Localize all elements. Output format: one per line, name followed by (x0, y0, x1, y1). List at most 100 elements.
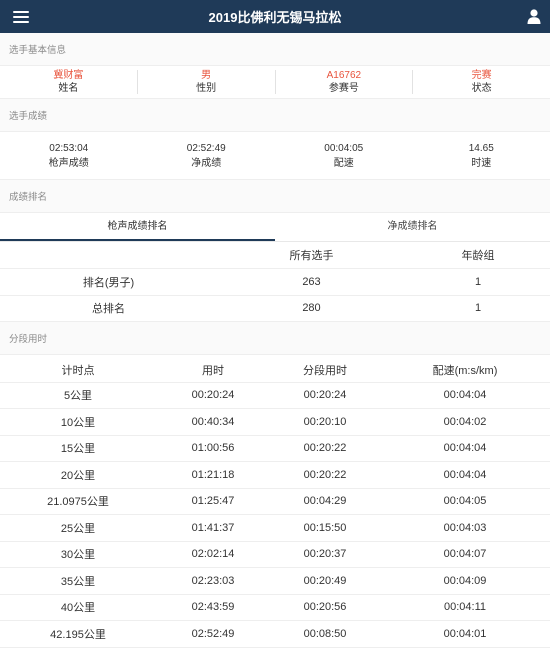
table-row: 25公里 01:41:37 00:15:50 00:04:03 (0, 514, 550, 542)
split-segment: 00:20:37 (270, 541, 380, 568)
basic-info-row: 冀财富 姓名 男 性别 A16762 参赛号 完赛 状态 (0, 66, 550, 99)
splits-header-pace: 配速(m:s/km) (380, 355, 550, 383)
info-cell-name: 冀财富 姓名 (0, 70, 138, 94)
split-pace: 00:04:09 (380, 567, 550, 595)
ranking-row-age-group: 1 (406, 268, 550, 296)
table-row: 排名(男子) 263 1 (0, 268, 550, 296)
ranking-header-age-group: 年龄组 (406, 242, 550, 269)
split-elapsed: 01:00:56 (156, 435, 270, 462)
user-icon[interactable] (527, 9, 541, 24)
splits-header-elapsed: 用时 (156, 355, 270, 383)
table-row: 15公里 01:00:56 00:20:22 00:04:04 (0, 435, 550, 462)
tab-net-time-ranking[interactable]: 净成绩排名 (275, 213, 550, 241)
top-bar: 2019比佛利无锡马拉松 (0, 0, 550, 33)
tab-gun-time-ranking[interactable]: 枪声成绩排名 (0, 213, 275, 241)
info-cell-bib: A16762 参赛号 (276, 70, 414, 94)
net-time-label: 净成绩 (191, 157, 222, 169)
gun-time-label: 枪声成绩 (48, 157, 89, 169)
split-checkpoint: 42.195公里 (0, 620, 156, 648)
split-checkpoint: 5公里 (0, 382, 156, 409)
split-elapsed: 02:02:14 (156, 541, 270, 568)
split-segment: 00:20:22 (270, 435, 380, 462)
split-elapsed: 02:43:59 (156, 594, 270, 621)
info-cell-status: 完赛 状态 (413, 70, 550, 94)
gender-value: 男 (201, 70, 212, 81)
table-row: 42.195公里 02:52:49 00:08:50 00:04:01 (0, 620, 550, 648)
table-row: 5公里 00:20:24 00:20:24 00:04:04 (0, 382, 550, 409)
splits-table: 计时点 用时 分段用时 配速(m:s/km) 5公里 00:20:24 00:20:… (0, 355, 550, 648)
split-pace: 00:04:04 (380, 382, 550, 409)
split-elapsed: 01:25:47 (156, 488, 270, 515)
split-segment: 00:04:29 (270, 488, 380, 515)
speed-value: 14.65 (468, 142, 494, 154)
split-pace: 00:04:04 (380, 435, 550, 462)
ranking-header-row: 所有选手 年龄组 (0, 242, 550, 269)
split-checkpoint: 21.0975公里 (0, 488, 156, 515)
split-checkpoint: 40公里 (0, 594, 156, 621)
result-pace: 00:04:05 配速 (275, 132, 413, 179)
section-label-splits: 分段用时 (0, 322, 550, 355)
bib-number-label: 参赛号 (328, 83, 359, 94)
split-pace: 00:04:11 (380, 594, 550, 621)
split-segment: 00:20:49 (270, 567, 380, 595)
split-segment: 00:20:24 (270, 382, 380, 409)
result-speed: 14.65 时速 (413, 132, 550, 179)
split-elapsed: 00:20:24 (156, 382, 270, 409)
split-checkpoint: 10公里 (0, 408, 156, 436)
split-checkpoint: 30公里 (0, 541, 156, 568)
split-checkpoint: 20公里 (0, 461, 156, 489)
split-segment: 00:15:50 (270, 514, 380, 542)
section-label-results: 选手成绩 (0, 99, 550, 132)
runner-name-value: 冀财富 (53, 70, 84, 81)
split-segment: 00:08:50 (270, 620, 380, 648)
table-row: 总排名 280 1 (0, 295, 550, 322)
net-time-value: 02:52:49 (186, 142, 226, 154)
split-pace: 00:04:04 (380, 461, 550, 489)
split-checkpoint: 15公里 (0, 435, 156, 462)
status-label: 状态 (471, 83, 492, 94)
ranking-header-all: 所有选手 (217, 242, 406, 269)
split-elapsed: 01:41:37 (156, 514, 270, 542)
ranking-row-age-group: 1 (406, 295, 550, 322)
table-row: 30公里 02:02:14 00:20:37 00:04:07 (0, 541, 550, 568)
ranking-row-label: 总排名 (0, 295, 217, 322)
splits-header-split: 分段用时 (270, 355, 380, 383)
table-row: 35公里 02:23:03 00:20:49 00:04:09 (0, 567, 550, 595)
section-label-ranking: 成绩排名 (0, 180, 550, 213)
pace-value: 00:04:05 (324, 142, 364, 154)
result-net-time: 02:52:49 净成绩 (138, 132, 276, 179)
pace-label: 配速 (333, 157, 354, 169)
bib-number-value: A16762 (326, 70, 362, 81)
table-row: 21.0975公里 01:25:47 00:04:29 00:04:05 (0, 488, 550, 515)
ranking-row-all: 280 (217, 295, 406, 322)
split-pace: 00:04:03 (380, 514, 550, 542)
table-row: 20公里 01:21:18 00:20:22 00:04:04 (0, 461, 550, 489)
result-gun-time: 02:53:04 枪声成绩 (0, 132, 138, 179)
gun-time-value: 02:53:04 (49, 142, 89, 154)
split-segment: 00:20:56 (270, 594, 380, 621)
info-cell-gender: 男 性别 (138, 70, 276, 94)
results-row: 02:53:04 枪声成绩 02:52:49 净成绩 00:04:05 配速 1… (0, 132, 550, 180)
splits-header-checkpoint: 计时点 (0, 355, 156, 383)
splits-table-body: 5公里 00:20:24 00:20:24 00:04:04 10公里 00:40:34 0… (0, 382, 550, 648)
split-elapsed: 00:40:34 (156, 408, 270, 436)
hamburger-menu-icon[interactable] (13, 11, 29, 23)
split-elapsed: 01:21:18 (156, 461, 270, 489)
split-elapsed: 02:23:03 (156, 567, 270, 595)
split-pace: 00:04:05 (380, 488, 550, 515)
split-checkpoint: 25公里 (0, 514, 156, 542)
runner-name-label: 姓名 (58, 83, 79, 94)
ranking-row-label: 排名(男子) (0, 268, 217, 296)
ranking-row-all: 263 (217, 268, 406, 296)
ranking-tabs: 枪声成绩排名 净成绩排名 (0, 213, 550, 242)
split-segment: 00:20:22 (270, 461, 380, 489)
splits-header-row: 计时点 用时 分段用时 配速(m:s/km) (0, 355, 550, 383)
table-row: 10公里 00:40:34 00:20:10 00:04:02 (0, 408, 550, 436)
table-row: 40公里 02:43:59 00:20:56 00:04:11 (0, 594, 550, 621)
split-segment: 00:20:10 (270, 408, 380, 436)
speed-label: 时速 (471, 157, 492, 169)
split-pace: 00:04:02 (380, 408, 550, 436)
ranking-table: 所有选手 年龄组 排名(男子) 263 1 总排名 280 1 (0, 242, 550, 322)
page-title: 2019比佛利无锡马拉松 (208, 10, 342, 25)
gender-label: 性别 (196, 83, 217, 94)
